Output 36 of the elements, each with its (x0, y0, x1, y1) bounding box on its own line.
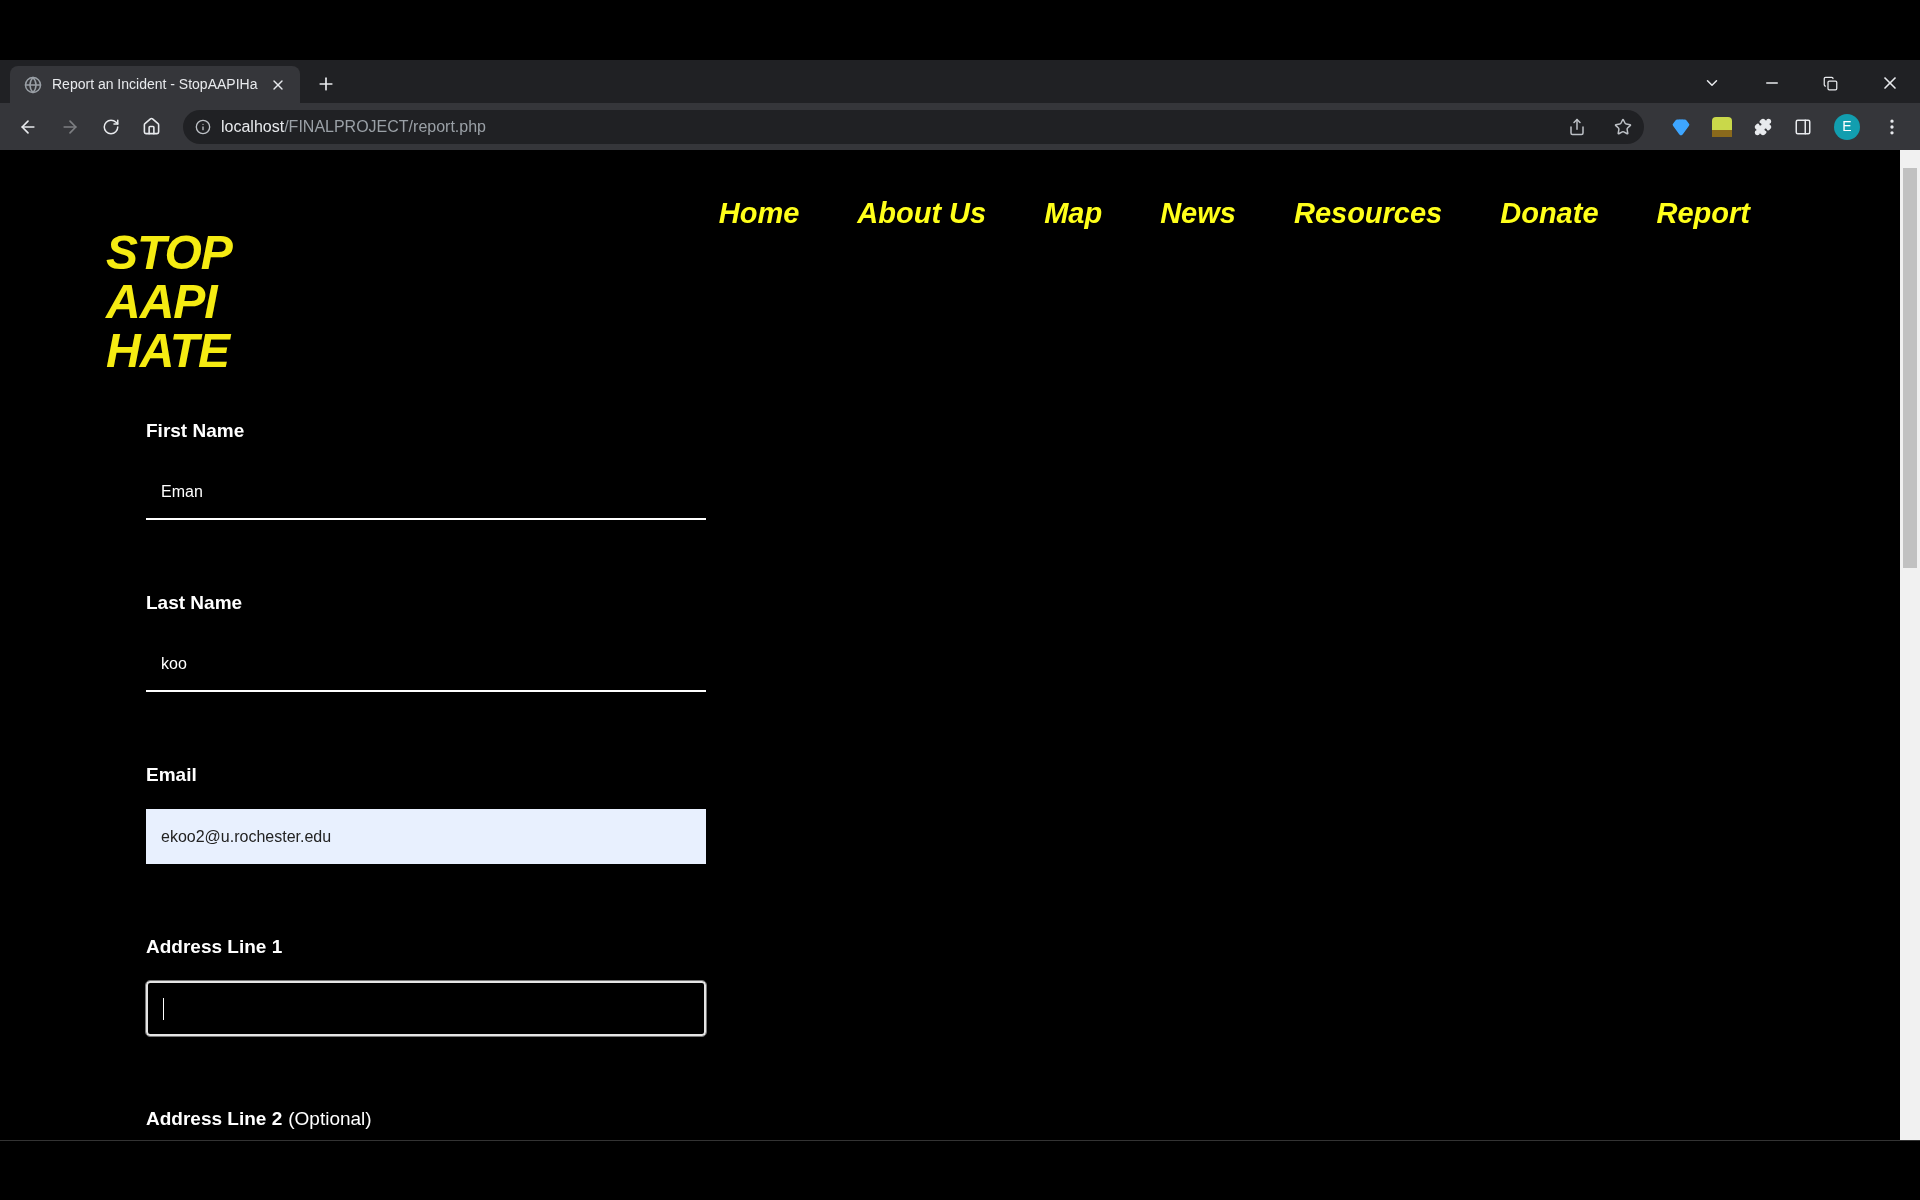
address-bar[interactable]: localhost/FINALPROJECT/report.php (183, 109, 1644, 144)
home-icon[interactable] (142, 117, 161, 136)
browser-tab[interactable]: Report an Incident - StopAAPIHa (10, 66, 300, 103)
globe-icon (24, 75, 42, 94)
field-label: Address Line 1 (146, 935, 283, 959)
nav-link[interactable]: News (1160, 192, 1236, 228)
field-value: koo (161, 653, 187, 674)
field-value: Eman (161, 481, 203, 502)
field-label: Email (146, 763, 197, 787)
info-icon (195, 118, 211, 135)
restore-icon[interactable] (1823, 75, 1838, 91)
star-icon[interactable] (1614, 117, 1632, 136)
url-text: localhost/FINALPROJECT/report.php (221, 116, 486, 137)
scrollbar[interactable] (1900, 150, 1920, 1140)
field-note: (Optional) (288, 1107, 372, 1131)
field-label: Last Name (146, 591, 243, 615)
text-caret (163, 997, 164, 1020)
extension-icon[interactable] (1712, 116, 1732, 137)
share-icon[interactable] (1568, 117, 1586, 136)
nav-link[interactable]: Resources (1293, 192, 1443, 228)
nav-link[interactable]: Map (1044, 192, 1103, 228)
field-label: Address Line 2 (146, 1107, 283, 1131)
input-field[interactable]: ekoo2@u.rochester.edu (146, 809, 706, 864)
field-label: First Name (146, 419, 245, 443)
nav-link[interactable]: Report (1656, 192, 1750, 228)
puzzle-icon[interactable] (1754, 117, 1772, 136)
gem-icon[interactable] (1672, 117, 1690, 136)
side-panel-icon[interactable] (1794, 117, 1812, 136)
nav-link[interactable]: About Us (857, 192, 987, 228)
tab-title: Report an Incident - StopAAPIHa (52, 75, 259, 94)
nav-link[interactable]: Donate (1500, 192, 1599, 228)
field-value: ekoo2@u.rochester.edu (161, 826, 332, 847)
input-field[interactable] (146, 981, 706, 1036)
logo: STOP AAPI HATE (106, 228, 234, 375)
reload-icon[interactable] (102, 117, 120, 136)
nav-link[interactable]: Home (718, 192, 800, 228)
